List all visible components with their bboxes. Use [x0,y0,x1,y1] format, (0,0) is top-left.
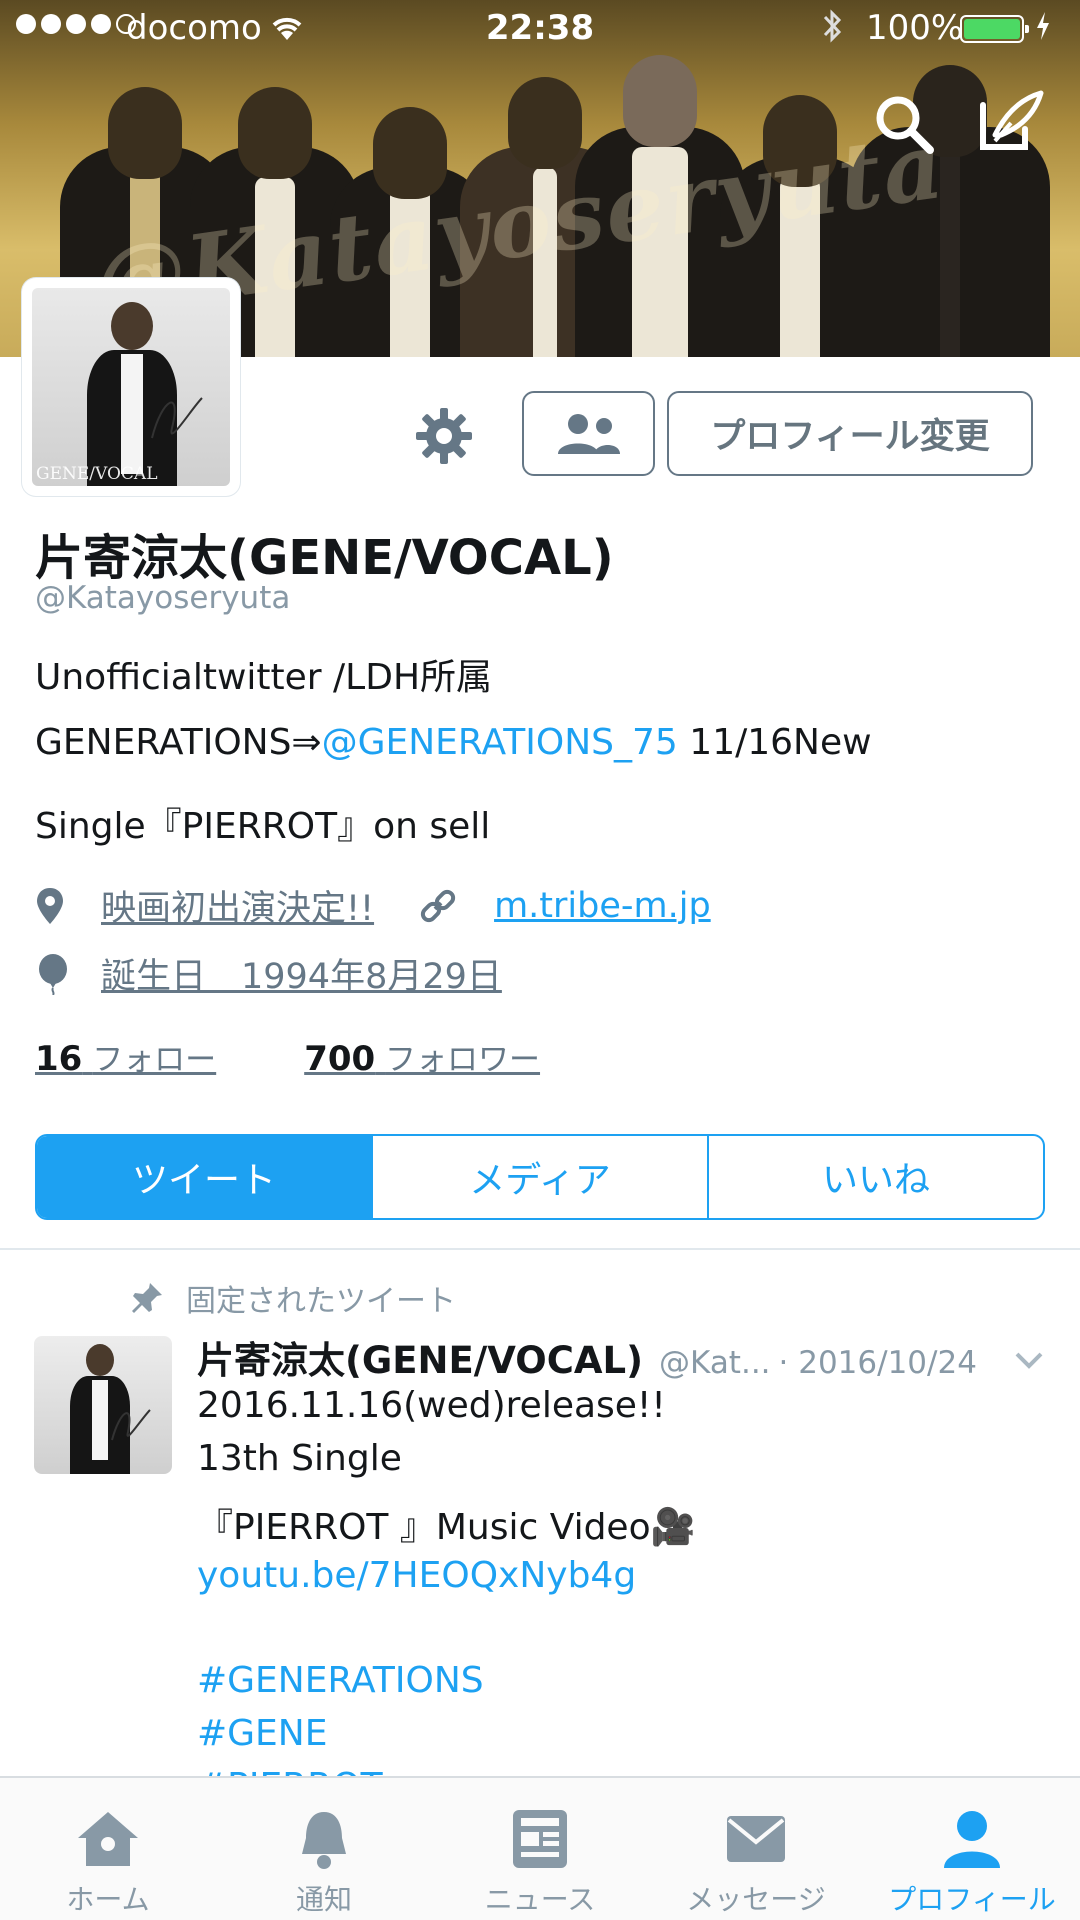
profile-location[interactable]: 映画初出演決定!! [101,880,374,931]
tabbar-label: プロフィール [888,1883,1056,1916]
compose-tweet-button[interactable] [975,85,1047,157]
news-icon [513,1810,567,1868]
tabbar-profile[interactable]: プロフィール [864,1778,1080,1920]
tabbar-label: 通知 [295,1883,352,1916]
followers-count-link[interactable]: 700 フォロワー [304,1034,540,1079]
bottom-tab-bar: ホーム 通知 ニュース メッセージ プロフィール [0,1776,1080,1920]
tweet-menu-button[interactable] [1012,1343,1046,1377]
tabbar-label: ホーム [66,1883,150,1916]
edit-profile-button[interactable]: プロフィール変更 [667,391,1033,476]
avatar-image: GENE/VOCAL [32,288,230,486]
tweet-date: · 2016/10/24 [778,1345,977,1381]
battery-icon [960,15,1029,43]
tab-likes[interactable]: いいね [709,1136,1043,1218]
tweet-text-line: 『PIERROT 』Music Video🎥 [197,1507,696,1548]
profile-meta-row: 誕生日 1994年8月29日 [35,948,502,999]
followers-label: フォロワー [385,1042,541,1078]
profile-avatar[interactable]: GENE/VOCAL [22,278,240,496]
chevron-down-icon [1015,1352,1043,1369]
bell-icon [302,1812,346,1869]
tweet-link[interactable]: youtu.be/7HEOQxNyb4g [197,1555,636,1596]
person-icon [944,1811,1000,1868]
charging-icon [1034,8,1052,53]
bio-text: GENERATIONS⇒ [35,722,322,763]
profile-website-link[interactable]: m.tribe-m.jp [494,886,711,926]
balloon-icon [39,953,67,995]
bio-line: Single『PIERROT』on sell [35,806,491,847]
settings-button[interactable] [414,406,474,466]
bio-line: Unofficialtwitter /LDH所属 [35,657,493,698]
tweet-author-avatar[interactable] [34,1336,172,1474]
bio-text: 11/16New [677,722,872,763]
pinned-tweet-label: 固定されたツイート [130,1276,456,1320]
profile-display-name: 片寄涼太(GENE/VOCAL) [35,530,614,586]
tabbar-label: ニュース [484,1883,596,1916]
following-count: 16 [35,1039,83,1079]
search-button[interactable] [870,90,940,160]
following-count-link[interactable]: 16 フォロー [35,1034,216,1079]
tabbar-notifications[interactable]: 通知 [216,1778,432,1920]
tweet-text-line: 2016.11.16(wed)release!! [197,1385,666,1426]
avatar-caption: GENE/VOCAL [36,464,158,484]
tabbar-messages[interactable]: メッセージ [648,1778,864,1920]
link-icon [420,889,456,922]
pin-icon [132,1283,162,1313]
tweet-text-line: 13th Single [197,1438,402,1479]
pinned-label-text: 固定されたツイート [186,1284,456,1319]
envelope-icon [727,1816,785,1862]
lists-button[interactable] [522,391,655,476]
profile-handle: @Katayoseryuta [35,580,291,616]
profile-meta-row: 映画初出演決定!! m.tribe-m.jp [35,880,711,931]
profile-tabs: ツイート メディア いいね [35,1134,1045,1220]
tabbar-news[interactable]: ニュース [432,1778,648,1920]
tabbar-label: メッセージ [686,1883,826,1916]
bio-line: GENERATIONS⇒@GENERATIONS_75 11/16New [35,722,872,763]
tweet-author-name[interactable]: 片寄涼太(GENE/VOCAL) [197,1330,643,1384]
profile-stats: 16 フォロー 700 フォロワー [35,1034,540,1079]
following-label: フォロー [92,1042,217,1078]
tweet-header: 片寄涼太(GENE/VOCAL) @Kat... · 2016/10/24 [197,1330,1047,1384]
home-icon [78,1812,138,1866]
people-icon [557,413,620,454]
tweet-author-handle: @Kat... [659,1345,771,1381]
tweet-hashtag[interactable]: #GENERATIONS [197,1660,484,1701]
profile-birthday: 誕生日 1994年8月29日 [101,957,502,997]
tab-tweets[interactable]: ツイート [37,1136,373,1218]
tab-media[interactable]: メディア [373,1136,709,1218]
tweet-hashtag[interactable]: #GENE [197,1713,327,1754]
gear-icon [416,408,472,464]
battery-percent: 100% [866,8,964,48]
bio-mention-link[interactable]: @GENERATIONS_75 [322,722,678,763]
status-bar: docomo 22:38 100% [0,0,1080,56]
followers-count: 700 [304,1039,376,1079]
location-pin-icon [37,887,63,924]
divider [0,1248,1080,1250]
compose-icon [980,90,1044,150]
search-icon [876,96,934,154]
bluetooth-icon [820,8,846,53]
tabbar-home[interactable]: ホーム [0,1778,216,1920]
